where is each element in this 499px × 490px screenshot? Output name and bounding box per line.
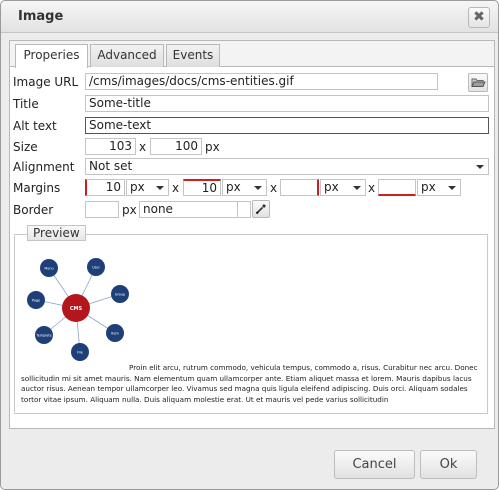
- alignment-label: Alignment: [13, 160, 75, 174]
- diagram-node-label: User: [92, 266, 100, 270]
- tab-advanced[interactable]: Advanced: [90, 44, 164, 67]
- alt-text-input[interactable]: Some-text: [85, 117, 489, 134]
- border-width-input[interactable]: [85, 201, 119, 218]
- width-input[interactable]: 103: [85, 138, 136, 155]
- tab-label: Properies: [23, 48, 80, 62]
- tab-events[interactable]: Events: [166, 44, 220, 67]
- preview-text-wrap: Proin elit arcu, rutrum commodo, vehicul…: [21, 363, 487, 405]
- size-unit: px: [205, 140, 220, 154]
- tab-properies[interactable]: Properies: [15, 44, 88, 68]
- margins-label: Margins: [13, 181, 61, 195]
- alt-text-label: Alt text: [13, 119, 57, 133]
- title-label: Title: [13, 97, 39, 111]
- diagram-node-label: File: [77, 351, 83, 355]
- alignment-value: Not set: [89, 159, 133, 173]
- border-unit: px: [122, 203, 137, 217]
- diagram-node-label: Item: [111, 332, 119, 336]
- chevron-down-icon: [254, 186, 262, 190]
- margin-left-input[interactable]: [378, 179, 416, 196]
- color-picker-button[interactable]: [252, 200, 270, 218]
- alignment-select[interactable]: Not set: [85, 158, 489, 175]
- margin-times: x: [172, 181, 180, 195]
- margin-unit-value: px: [324, 180, 339, 194]
- chevron-down-icon: [156, 186, 164, 190]
- diagram-node-label: Template: [35, 334, 51, 338]
- tab-bar: Properies Advanced Events: [10, 41, 494, 68]
- margin-bottom-input[interactable]: [280, 179, 319, 196]
- margin-top-input[interactable]: 10: [85, 179, 125, 196]
- chevron-down-icon: [448, 186, 456, 190]
- image-url-input[interactable]: /cms/images/docs/cms-entities.gif: [85, 73, 438, 90]
- close-button[interactable]: ✖: [468, 7, 490, 28]
- diagram-node-label: Menu: [44, 267, 53, 271]
- color-picker-icon: [255, 204, 266, 215]
- ok-button[interactable]: Ok: [420, 450, 477, 479]
- border-label: Border: [13, 203, 54, 217]
- tab-label: Events: [172, 48, 214, 62]
- tab-label: Advanced: [97, 48, 157, 62]
- border-style-dropdown[interactable]: [237, 201, 251, 218]
- preview-text: Proin elit arcu, rutrum commodo, vehicul…: [21, 363, 478, 404]
- size-label: Size: [13, 140, 38, 154]
- title-input[interactable]: Some-title: [85, 95, 489, 112]
- border-style-select[interactable]: none: [139, 201, 237, 218]
- image-url-label: Image URL: [13, 75, 79, 89]
- height-input[interactable]: 100: [150, 138, 202, 155]
- margin-right-input[interactable]: 10: [183, 179, 221, 196]
- close-icon: ✖: [473, 9, 485, 25]
- size-times: x: [139, 140, 147, 154]
- preview-fieldset: Preview Menu User Group Item File Template Pag…: [14, 225, 488, 414]
- margin-unit-value: px: [421, 180, 436, 194]
- preview-image: Menu User Group Item File Template Page CMS: [27, 258, 129, 361]
- margin-times: x: [368, 181, 376, 195]
- margin-unit-value: px: [226, 180, 241, 194]
- margin-top-unit-select[interactable]: px: [126, 179, 169, 196]
- cancel-button[interactable]: Cancel: [334, 450, 415, 479]
- preview-legend: Preview: [27, 225, 86, 241]
- tab-panel: Properies Advanced Events Image URL /cms…: [9, 40, 495, 429]
- diagram-node-label: Group: [115, 293, 125, 297]
- chevron-down-icon: [476, 165, 484, 169]
- browse-button[interactable]: [468, 73, 488, 92]
- chevron-down-icon: [353, 186, 361, 190]
- diagram-center-label: CMS: [70, 306, 83, 312]
- dialog-title: Image: [18, 9, 64, 24]
- dialog-titlebar[interactable]: Image ✖: [1, 1, 498, 33]
- margin-bottom-unit-select[interactable]: px: [320, 179, 366, 196]
- margin-right-unit-select[interactable]: px: [222, 179, 267, 196]
- margin-times: x: [270, 181, 278, 195]
- ok-label: Ok: [439, 457, 458, 472]
- cancel-label: Cancel: [352, 457, 397, 472]
- diagram-node-label: Page: [32, 299, 40, 303]
- folder-browse-icon: [471, 78, 486, 87]
- margin-left-unit-select[interactable]: px: [417, 179, 461, 196]
- margin-unit-value: px: [130, 180, 145, 194]
- image-dialog: Image ✖ Properies Advanced Events Image …: [0, 0, 499, 490]
